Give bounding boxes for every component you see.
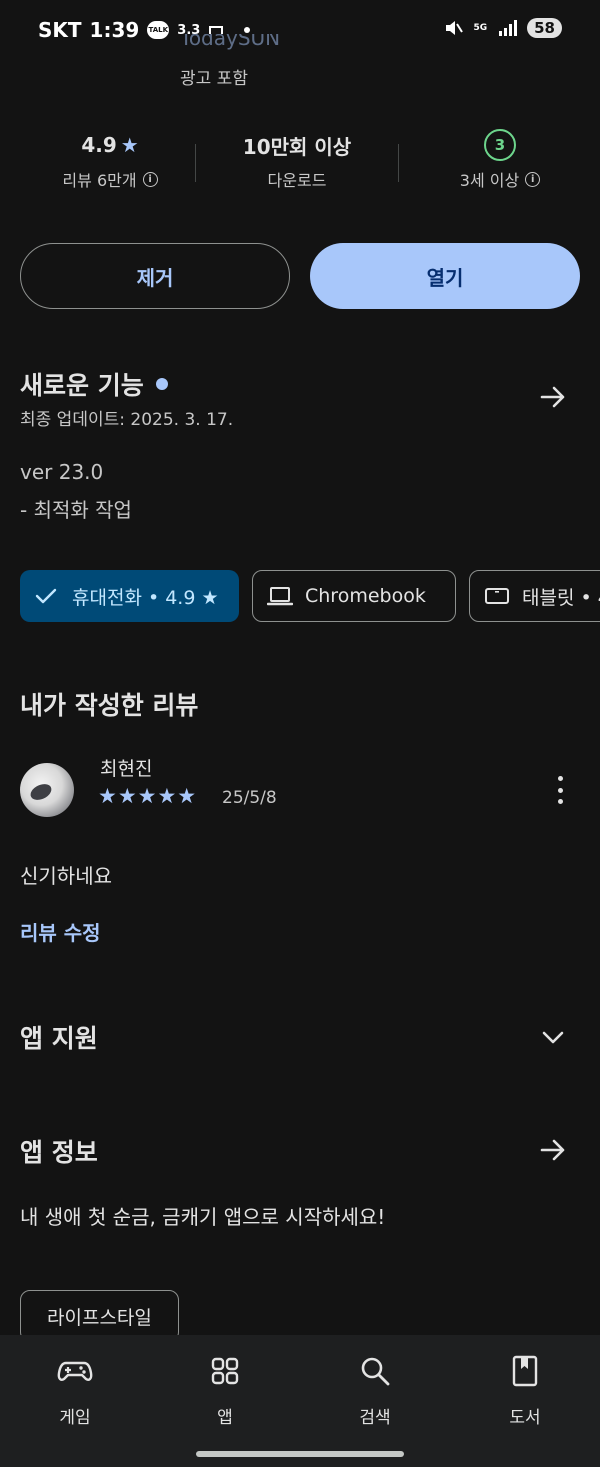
my-review-title: 내가 작성한 리뷰 xyxy=(20,691,199,720)
apps-grid-icon xyxy=(211,1357,239,1385)
tablet-icon xyxy=(485,588,509,604)
battery-indicator: 58 xyxy=(527,18,562,38)
reviewer-name: 최현진 xyxy=(100,758,153,780)
search-icon xyxy=(361,1357,390,1386)
laptop-icon xyxy=(267,587,293,606)
network-type: 5G xyxy=(473,23,488,33)
info-icon: i xyxy=(142,171,158,187)
review-text: 신기하네요 xyxy=(20,864,112,888)
downloads-stat: 10만회 이상 다운로드 xyxy=(207,128,387,191)
review-star-rating: ★★★★★ xyxy=(98,784,198,808)
rating-stat[interactable]: 4.9 ★ 리뷰 6만개 i xyxy=(30,128,190,191)
nav-search-label: 검색 xyxy=(359,1408,391,1428)
app-support-header[interactable]: 앱 지원 xyxy=(20,1019,98,1055)
release-notes-text: - 최적화 작업 xyxy=(20,498,132,522)
device-chip-chromebook[interactable]: Chromebook xyxy=(252,570,456,622)
device-chip-tablet[interactable]: 태블릿 • 4 xyxy=(469,570,600,622)
carrier-label: SKT xyxy=(38,18,82,42)
info-icon: i xyxy=(525,171,541,187)
last-updated-label: 최종 업데이트: 2025. 3. 17. xyxy=(20,410,234,430)
contains-ads-label: 광고 포함 xyxy=(180,69,248,89)
device-chip-phone[interactable]: 휴대전화 • 4.9 ★ xyxy=(20,570,239,622)
nav-games[interactable]: 게임 xyxy=(25,1353,125,1428)
open-button[interactable]: 열기 xyxy=(310,243,580,309)
nav-apps[interactable]: 앱 xyxy=(175,1353,275,1428)
bottom-navigation: 게임 앱 검색 도서 xyxy=(0,1335,600,1467)
checkmark-icon xyxy=(35,588,57,604)
new-indicator-dot xyxy=(155,378,168,390)
age-rating-badge: 3 xyxy=(484,129,516,161)
star-icon: ★ xyxy=(120,133,139,157)
arrow-right-icon[interactable] xyxy=(538,1135,568,1165)
more-notifications-icon xyxy=(244,27,251,33)
rating-value: 4.9 xyxy=(81,133,117,157)
version-text: ver 23.0 xyxy=(20,460,104,484)
nav-apps-label: 앱 xyxy=(217,1408,233,1428)
book-icon xyxy=(512,1355,538,1387)
gamepad-icon xyxy=(57,1361,93,1381)
avatar xyxy=(20,763,74,817)
divider xyxy=(398,144,399,182)
status-right: 5G 58 xyxy=(443,18,562,38)
downloads-label: 다운로드 xyxy=(267,171,327,190)
app-detail-page: SKT 1:39 TALK 3.3 5G 58 TodaySUN 광고 포함 4… xyxy=(0,0,600,1467)
chevron-down-icon[interactable] xyxy=(538,1022,568,1052)
app-name-partial: TodaySUN xyxy=(180,34,281,50)
mute-icon xyxy=(446,21,464,35)
whats-new-header[interactable]: 새로운 기능 xyxy=(20,366,168,402)
device-chip-label: 태블릿 • 4 xyxy=(522,586,600,609)
edit-review-link[interactable]: 리뷰 수정 xyxy=(20,917,101,946)
downloads-value: 10만회 이상 xyxy=(242,134,352,159)
device-chip-label: Chromebook xyxy=(305,585,426,607)
nav-books[interactable]: 도서 xyxy=(475,1353,575,1428)
divider xyxy=(195,144,196,182)
clock: 1:39 xyxy=(89,18,140,42)
uninstall-button[interactable]: 제거 xyxy=(20,243,290,309)
signal-icon xyxy=(499,20,518,36)
whats-new-title: 새로운 기능 xyxy=(20,371,144,400)
app-stats: 4.9 ★ 리뷰 6만개 i 10만회 이상 다운로드 3 3세 이상 i xyxy=(0,128,600,200)
age-rating-label: 3세 이상 xyxy=(459,171,520,190)
more-options-icon[interactable] xyxy=(550,773,570,807)
content-rating-stat[interactable]: 3 3세 이상 i xyxy=(420,128,580,191)
device-chip-label: 휴대전화 • 4.9 ★ xyxy=(72,586,219,609)
rating-count-label: 리뷰 6만개 xyxy=(62,171,137,190)
app-info-header[interactable]: 앱 정보 xyxy=(20,1133,98,1169)
nav-games-label: 게임 xyxy=(59,1408,91,1428)
app-description: 내 생애 첫 순금, 금캐기 앱으로 시작하세요! xyxy=(20,1205,386,1229)
arrow-right-icon[interactable] xyxy=(538,382,568,412)
nav-search[interactable]: 검색 xyxy=(325,1353,425,1428)
nav-books-label: 도서 xyxy=(509,1408,541,1428)
home-indicator[interactable] xyxy=(196,1451,404,1457)
talk-icon: TALK xyxy=(147,21,170,39)
review-date: 25/5/8 xyxy=(222,788,277,808)
status-bar: SKT 1:39 TALK 3.3 5G 58 xyxy=(0,0,600,62)
